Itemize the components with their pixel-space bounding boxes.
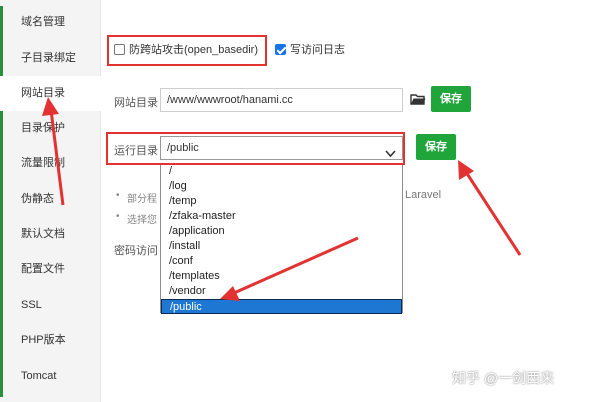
annotation-arrows <box>42 97 522 301</box>
arrowhead-sidebar <box>42 97 59 116</box>
watermark: 知乎 @一剑西来 <box>452 370 555 386</box>
arrow-to-sidebar <box>49 109 65 206</box>
arrowhead-save <box>458 160 474 180</box>
arrowhead-public <box>220 286 240 301</box>
arrow-to-save <box>464 171 522 256</box>
arrow-to-public <box>233 236 359 295</box>
